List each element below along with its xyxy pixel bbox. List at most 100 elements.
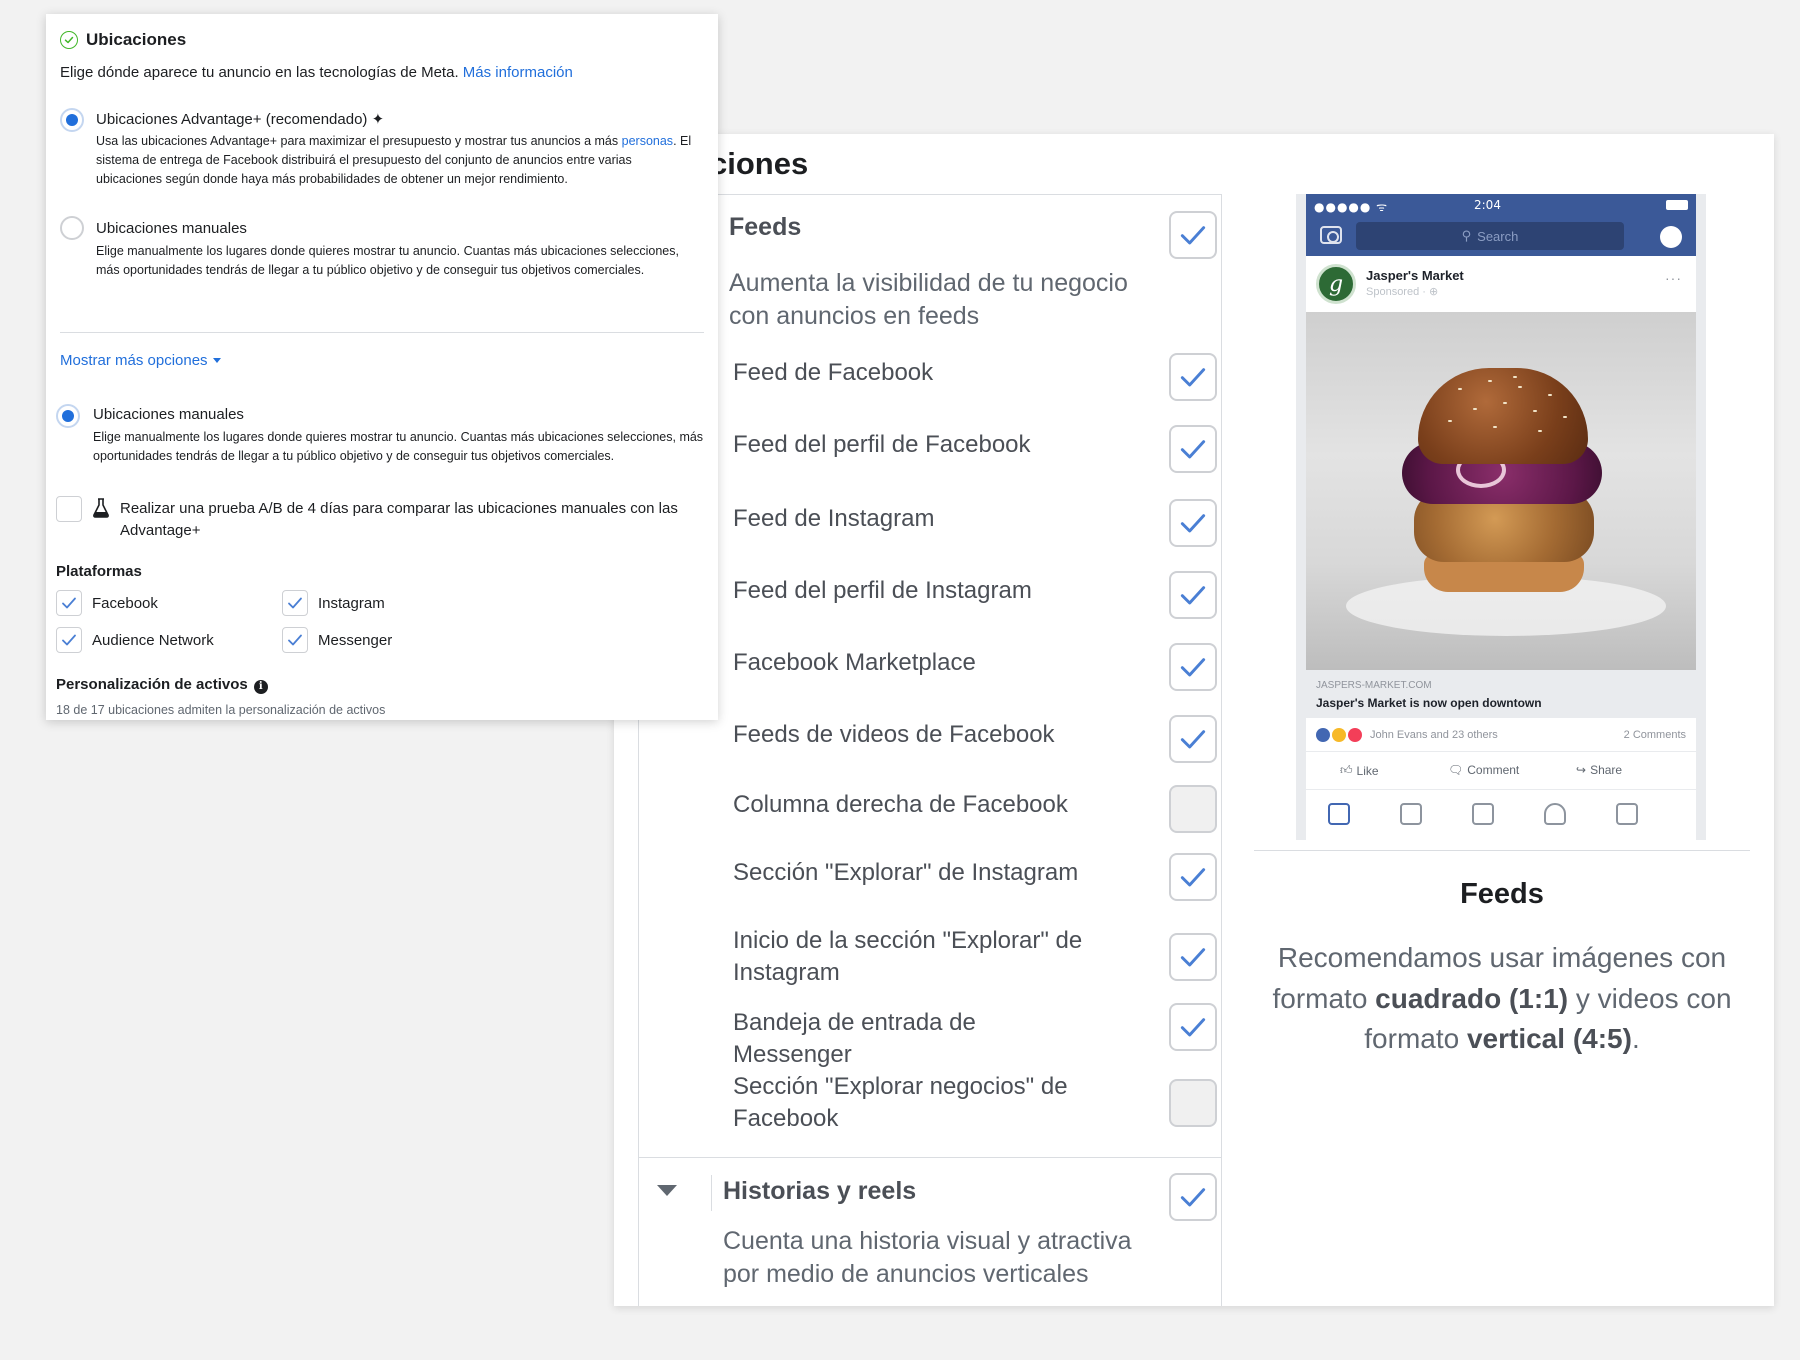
comment-icon: 🗨︎ — [1448, 763, 1464, 777]
radio-manual-selected[interactable] — [56, 404, 80, 428]
placement-checkbox[interactable] — [1169, 643, 1217, 691]
like-reaction-icon — [1316, 728, 1330, 742]
card-header: Ubicaciones — [60, 30, 186, 50]
sesame-seed — [1503, 402, 1507, 404]
group-stories-desc: Cuenta una historia visual y atractiva p… — [723, 1227, 1132, 1288]
sesame-seed — [1538, 430, 1542, 432]
collapse-caret-icon[interactable] — [657, 1185, 677, 1196]
notifications-icon — [1544, 803, 1566, 825]
radio-manual[interactable] — [60, 216, 84, 240]
comments-count: 2 Comments — [1623, 729, 1686, 741]
recommendation-vertical: vertical (4:5) — [1466, 1023, 1632, 1055]
card-subtitle: Elige dónde aparece tu anuncio en las te… — [60, 64, 573, 81]
placement-checkbox[interactable] — [1169, 1003, 1217, 1051]
placement-row: Sección "Explorar" de Instagram — [639, 845, 1221, 917]
checkmark-icon — [1180, 514, 1206, 533]
haha-reaction-icon — [1332, 728, 1346, 742]
platform-instagram[interactable]: Instagram — [282, 590, 385, 616]
group-stories: Historias y reels Cuenta una historia vi… — [639, 1157, 1221, 1306]
show-more-options[interactable]: Mostrar más opciones — [60, 352, 221, 369]
checkmark-icon — [288, 597, 302, 609]
placement-label: Feeds de videos de Facebook — [733, 721, 1055, 748]
sesame-seed — [1533, 410, 1537, 412]
placement-checkbox[interactable] — [1169, 853, 1217, 901]
sesame-seed — [1488, 380, 1492, 382]
placement-row: Feed del perfil de Instagram — [639, 563, 1221, 635]
placement-checkbox[interactable] — [1169, 785, 1217, 833]
radio-advantage[interactable] — [60, 108, 84, 132]
platforms-title: Plataformas — [56, 563, 142, 580]
info-icon[interactable]: i — [253, 679, 268, 694]
show-more-label: Mostrar más opciones — [60, 352, 208, 369]
vertical-separator — [711, 1175, 712, 1211]
like-label: Like — [1356, 763, 1379, 778]
platform-audience-network[interactable]: Audience Network — [56, 627, 214, 653]
page-name: Jasper's Market — [1366, 268, 1464, 283]
caret-down-icon — [212, 358, 221, 363]
sesame-seed — [1548, 394, 1552, 396]
phone-search-bar: ⚲ Search — [1356, 222, 1624, 250]
reactions-text: John Evans and 23 others — [1370, 729, 1498, 741]
checkmark-icon — [1180, 1188, 1206, 1207]
camera-icon — [1320, 226, 1342, 244]
battery-icon — [1666, 200, 1688, 210]
placement-label: Bandeja de entrada de Messenger — [733, 1009, 976, 1068]
platform-instagram-checkbox[interactable] — [282, 590, 308, 616]
placement-checkbox[interactable] — [1169, 571, 1217, 619]
link-preview: JASPERS-MARKET.COM Jasper's Market is no… — [1306, 670, 1696, 718]
placement-label: Feed de Instagram — [733, 505, 935, 532]
people-link[interactable]: personas — [622, 134, 673, 148]
placement-row: Sección "Explorar negocios" de Facebook — [639, 1063, 1221, 1157]
checkmark-icon — [1180, 586, 1206, 605]
phone-search-text: Search — [1477, 228, 1519, 244]
more-info-link[interactable]: Más información — [463, 64, 573, 81]
phone-status-bar: ●●●●● ᯤ 2:04 — [1306, 194, 1696, 216]
placement-label: Sección "Explorar" de Instagram — [733, 859, 1079, 886]
checkmark-icon — [1180, 1018, 1206, 1037]
platform-facebook[interactable]: Facebook — [56, 590, 158, 616]
group-stories-checkbox[interactable] — [1169, 1173, 1217, 1221]
platform-messenger[interactable]: Messenger — [282, 627, 392, 653]
sesame-seed — [1563, 416, 1567, 418]
placement-row: Inicio de la sección "Explorar" de Insta… — [639, 917, 1221, 995]
comment-label: Comment — [1467, 763, 1520, 777]
checkmark-icon — [1180, 226, 1206, 245]
asset-customization-note: 18 de 17 ubicaciones admiten la personal… — [56, 703, 386, 717]
group-feeds-checkbox[interactable] — [1169, 211, 1217, 259]
facebook-top-bar: ⚲ Search — [1306, 216, 1696, 256]
platform-audience-network-checkbox[interactable] — [56, 627, 82, 653]
placement-row: Facebook Marketplace — [639, 635, 1221, 707]
recommendation-square: cuadrado (1:1) — [1375, 982, 1569, 1014]
page-avatar: g — [1316, 264, 1356, 304]
share-action: ↪ Share — [1576, 763, 1622, 777]
checkmark-icon — [1180, 440, 1206, 459]
preview-title: Feeds — [1460, 878, 1544, 910]
option-manual-desc: Elige manualmente los lugares donde quie… — [96, 244, 679, 277]
group-feeds: Feeds Aumenta la visibilidad de tu negoc… — [639, 195, 1221, 345]
placement-checkbox[interactable] — [1169, 933, 1217, 981]
sesame-seed — [1518, 386, 1522, 388]
recommendation-text-3: . — [1631, 1023, 1640, 1055]
placement-label: Inicio de la sección "Explorar" de Insta… — [733, 927, 1083, 986]
placement-row: Bandeja de entrada de Messenger — [639, 995, 1221, 1068]
sesame-seed — [1493, 426, 1497, 428]
option-advantage-label: Ubicaciones Advantage+ (recomendado) — [96, 111, 368, 128]
placement-checkbox[interactable] — [1169, 499, 1217, 547]
love-reaction-icon — [1348, 728, 1362, 742]
checkmark-icon — [1180, 730, 1206, 749]
checkmark-icon — [1180, 368, 1206, 387]
menu-icon — [1616, 803, 1638, 825]
placement-checkbox[interactable] — [1169, 1079, 1217, 1127]
platform-facebook-checkbox[interactable] — [56, 590, 82, 616]
burger-image — [1306, 312, 1696, 670]
zoomed-panel-title: ciones — [710, 146, 809, 181]
search-icon: ⚲ — [1461, 228, 1472, 243]
placement-checkbox[interactable] — [1169, 715, 1217, 763]
placement-list: Feeds Aumenta la visibilidad de tu negoc… — [638, 194, 1222, 1306]
platform-messenger-checkbox[interactable] — [282, 627, 308, 653]
placement-checkbox[interactable] — [1169, 425, 1217, 473]
ab-test-checkbox[interactable] — [56, 496, 82, 522]
group-feeds-name: Feeds — [729, 213, 802, 241]
placement-checkbox[interactable] — [1169, 353, 1217, 401]
link-headline: Jasper's Market is now open downtown — [1316, 696, 1542, 710]
